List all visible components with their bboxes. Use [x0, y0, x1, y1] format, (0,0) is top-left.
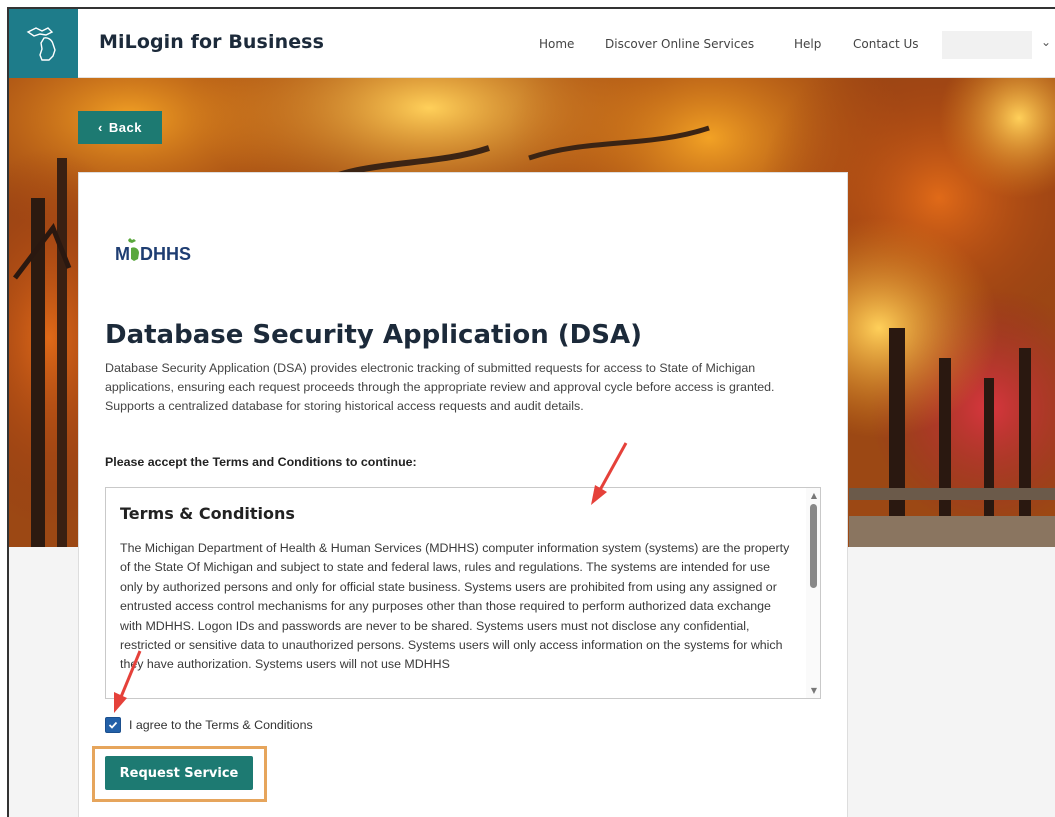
page-title: Database Security Application (DSA) [105, 320, 642, 350]
mdhhs-wordmark: M DHHS [115, 238, 191, 264]
user-menu[interactable] [942, 31, 1032, 59]
nav-discover-link[interactable]: Discover Online Services [605, 37, 754, 51]
page-description: Database Security Application (DSA) prov… [105, 361, 775, 413]
scroll-thumb[interactable] [810, 504, 817, 588]
nav-home-link[interactable]: Home [539, 37, 574, 51]
nav-help-link[interactable]: Help [794, 37, 821, 51]
chevron-left-icon: ‹ [98, 120, 103, 135]
terms-title: Terms & Conditions [120, 504, 295, 523]
back-button-label: Back [108, 120, 142, 135]
svg-text:M: M [115, 244, 130, 264]
request-service-button[interactable]: Request Service [105, 756, 253, 790]
main-nav: Home Discover Online Services Help Conta… [9, 37, 1055, 57]
terms-prompt: Please accept the Terms and Conditions t… [105, 455, 417, 469]
service-card: M DHHS Database Security Application (DS… [78, 172, 848, 817]
site-header: MiLogin for Business Home Discover Onlin… [9, 9, 1055, 78]
browser-frame: MiLogin for Business Home Discover Onlin… [7, 7, 1055, 817]
nav-contact-link[interactable]: Contact Us [853, 37, 919, 51]
agree-label: I agree to the Terms & Conditions [129, 718, 313, 732]
svg-text:DHHS: DHHS [140, 244, 191, 264]
terms-scroll-box[interactable]: Terms & Conditions The Michigan Departme… [105, 487, 821, 699]
back-button[interactable]: ‹ Back [78, 111, 162, 144]
agree-checkbox-row[interactable]: I agree to the Terms & Conditions [105, 717, 313, 733]
terms-body: The Michigan Department of Health & Huma… [120, 541, 790, 672]
chevron-down-icon[interactable]: ⌄ [1041, 35, 1051, 49]
checkmark-icon [108, 721, 118, 729]
scroll-up-arrow-icon[interactable]: ▲ [811, 491, 817, 500]
agree-checkbox[interactable] [105, 717, 121, 733]
mdhhs-logo: M DHHS [115, 238, 193, 265]
terms-scrollbar[interactable]: ▲ ▼ [806, 488, 820, 698]
scroll-down-arrow-icon[interactable]: ▼ [811, 686, 817, 695]
